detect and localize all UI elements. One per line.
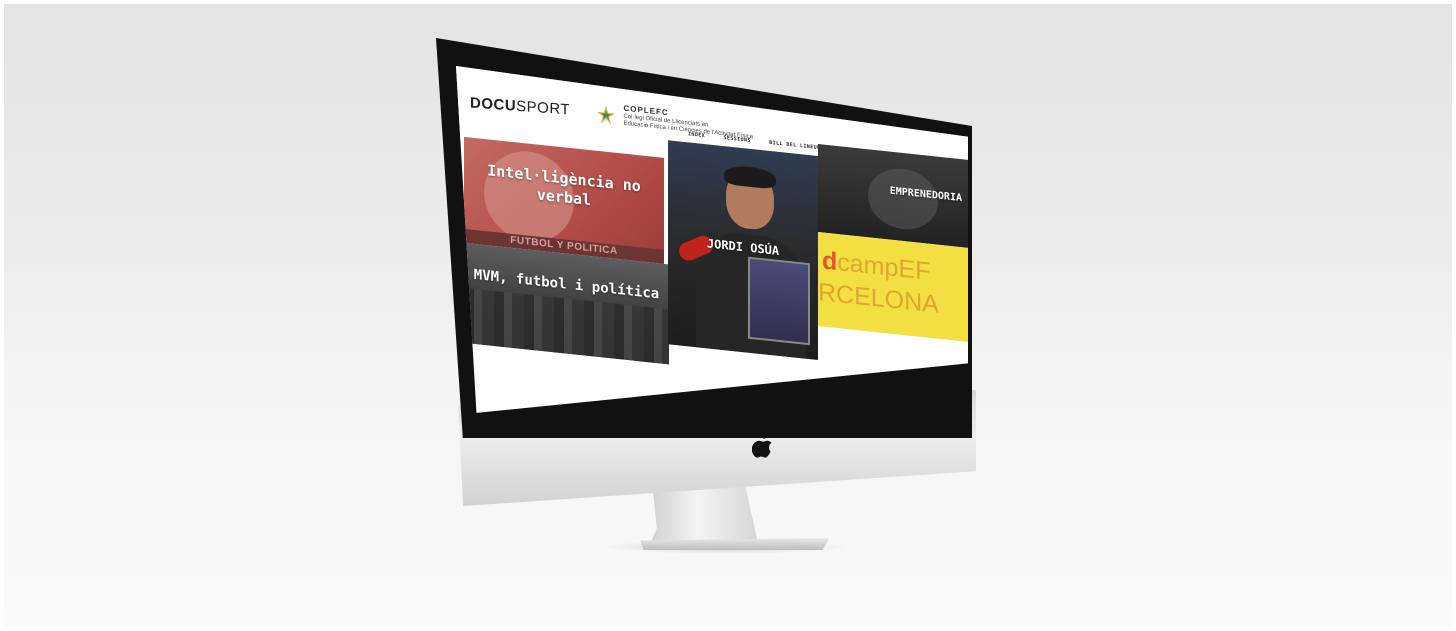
tile-mvm[interactable]: MVM, futbol i política: [464, 242, 669, 365]
nav-item-index[interactable]: INDEX: [688, 131, 705, 139]
book-image: [748, 256, 810, 346]
campef-rest: campEF: [837, 248, 931, 286]
nav-item-lineup[interactable]: BILL DEL LINEUP: [769, 140, 820, 151]
campef-accent: d: [822, 246, 838, 277]
nav-item-sessions[interactable]: SESSIONS: [724, 135, 751, 144]
docusport-logo[interactable]: DOCUSPORT: [470, 95, 570, 119]
tile-campef[interactable]: dcampEF RCELONA: [818, 232, 968, 342]
tile-emprenedoria[interactable]: EMPRENEDORIA: [818, 144, 968, 248]
logo-light: SPORT: [516, 97, 571, 119]
apple-icon: [752, 434, 772, 458]
monitor-stand: [648, 484, 758, 548]
star-icon: [597, 105, 615, 124]
tile-jordi-osua[interactable]: JORDI OSÚA: [668, 140, 818, 361]
logo-bold: DOCU: [470, 94, 517, 115]
